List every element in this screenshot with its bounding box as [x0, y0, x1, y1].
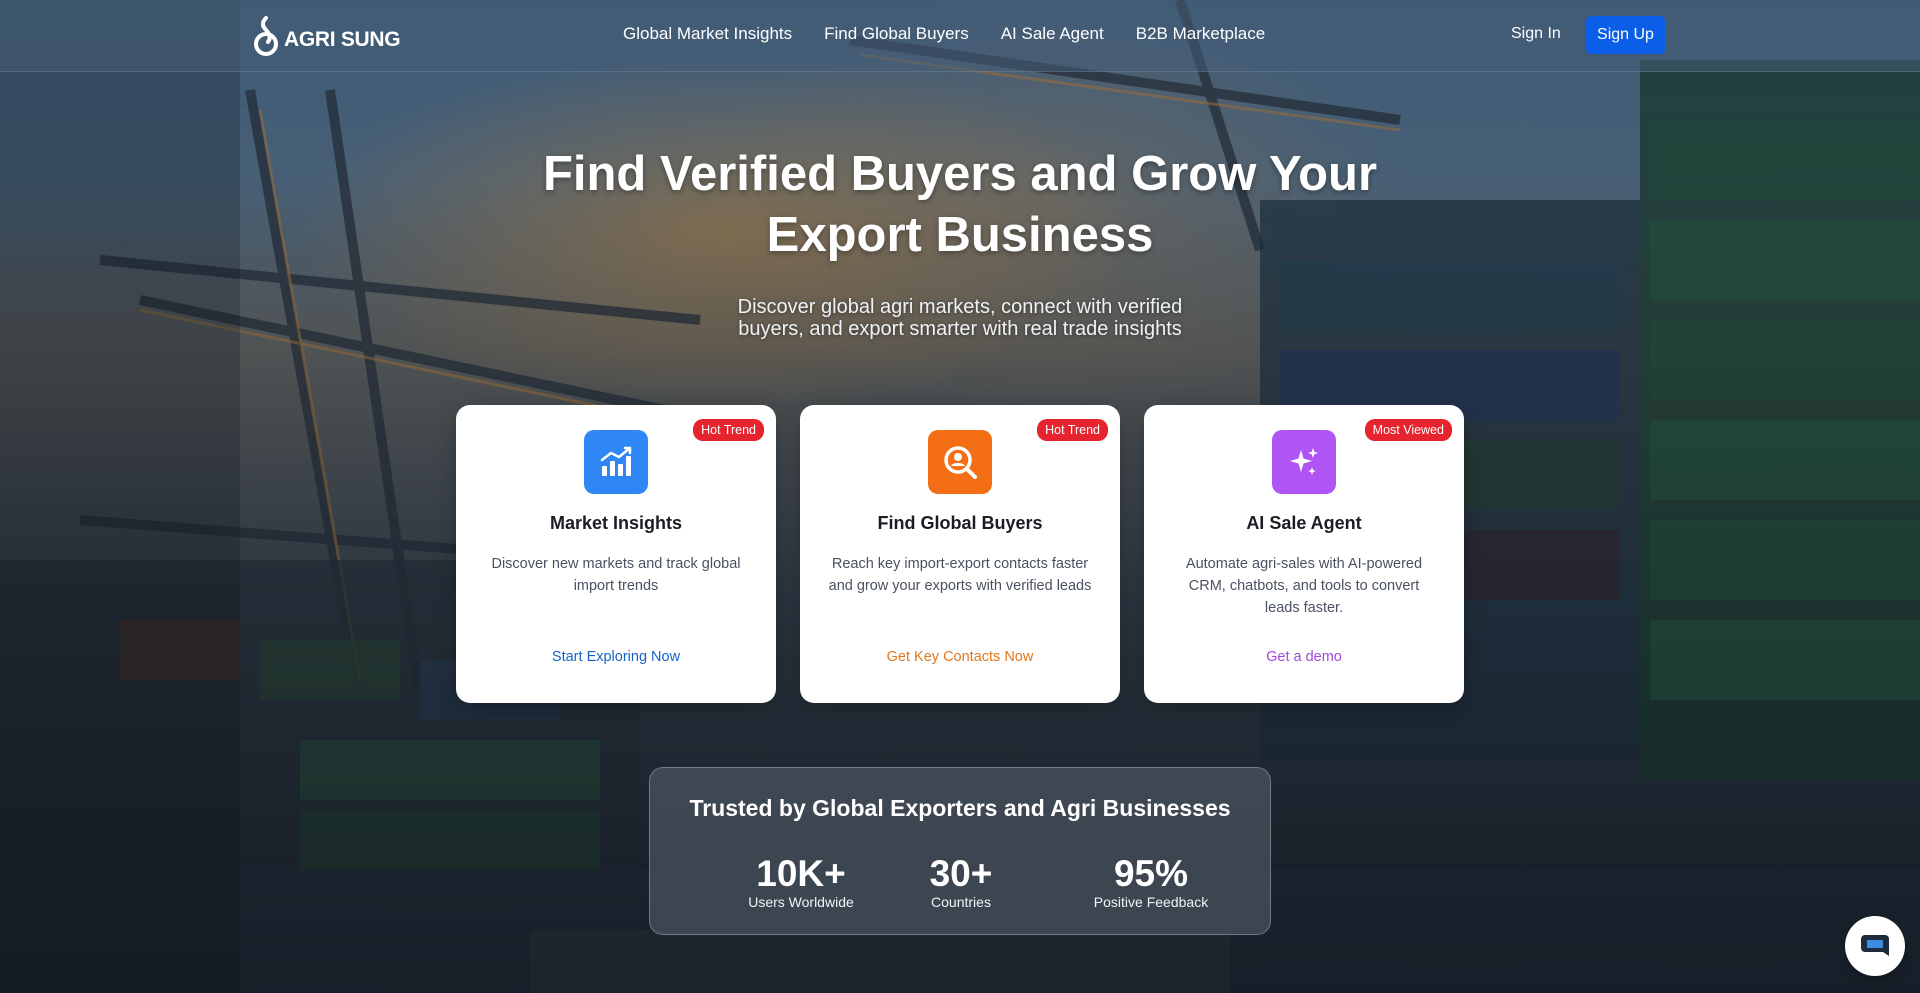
card-ai-sale-agent[interactable]: Most Viewed AI Sale Agent Automate agri-… [1144, 405, 1464, 703]
card-description: Automate agri-sales with AI-powered CRM,… [1185, 556, 1423, 616]
stat-users: 10K+ Users Worldwide [711, 853, 891, 911]
stat-countries: 30+ Countries [871, 853, 1051, 911]
chat-bubble-icon [1861, 935, 1889, 956]
card-title: AI Sale Agent [1246, 513, 1362, 533]
chat-widget-button[interactable] [1845, 916, 1905, 976]
stat-label: Users Worldwide [748, 894, 854, 910]
stat-value: 10K+ [756, 853, 846, 894]
card-title: Find Global Buyers [877, 513, 1043, 533]
nav-global-market-insights[interactable]: Global Market Insights [623, 24, 792, 44]
trust-stats-panel: Trusted by Global Exporters and Agri Bus… [649, 767, 1271, 935]
hero-title: Find Verified Buyers and Grow Your Expor… [460, 144, 1460, 266]
hero-subtitle: Discover global agri markets, connect wi… [660, 296, 1260, 340]
sparkles-icon [1272, 430, 1336, 494]
nav-find-global-buyers[interactable]: Find Global Buyers [824, 24, 969, 44]
hero-title-line-2: Export Business [766, 208, 1154, 262]
site-header: AGRI SUNG Global Market Insights Find Gl… [0, 0, 1920, 72]
start-exploring-link[interactable]: Start Exploring Now [456, 649, 776, 665]
card-market-insights[interactable]: Hot Trend Market Insights Discover new m… [456, 405, 776, 703]
get-key-contacts-link[interactable]: Get Key Contacts Now [800, 649, 1120, 665]
stat-value: 30+ [929, 853, 993, 894]
stat-value: 95% [1113, 853, 1189, 894]
card-badge: Hot Trend [1037, 419, 1108, 441]
brand-name: AGRI SUNG [284, 28, 401, 51]
trust-title: Trusted by Global Exporters and Agri Bus… [689, 795, 1231, 821]
hero-subtitle-line-2: buyers, and export smarter with real tra… [738, 318, 1182, 340]
nav-ai-sale-agent[interactable]: AI Sale Agent [1001, 24, 1104, 44]
chart-trend-icon [584, 430, 648, 494]
card-badge: Hot Trend [693, 419, 764, 441]
nav-b2b-marketplace[interactable]: B2B Marketplace [1136, 24, 1265, 44]
card-title: Market Insights [549, 513, 683, 533]
brand-logo[interactable]: AGRI SUNG [254, 16, 401, 56]
sign-in-link[interactable]: Sign In [1511, 25, 1561, 43]
card-badge: Most Viewed [1364, 419, 1452, 441]
card-description: Discover new markets and track global im… [491, 556, 741, 594]
card-find-global-buyers[interactable]: Hot Trend Find Global Buyers Reach key i… [800, 405, 1120, 703]
search-user-icon [928, 430, 992, 494]
get-a-demo-link[interactable]: Get a demo [1144, 649, 1464, 665]
card-description: Reach key import-export contacts faster … [828, 556, 1092, 594]
stat-feedback: 95% Positive Feedback [1061, 853, 1241, 911]
main-nav: Global Market Insights Find Global Buyer… [623, 24, 1265, 44]
stat-label: Countries [931, 894, 991, 910]
hero-title-line-1: Find Verified Buyers and Grow Your [542, 147, 1378, 201]
hero-subtitle-line-1: Discover global agri markets, connect wi… [737, 296, 1183, 318]
logo-icon [254, 16, 278, 56]
sign-up-button[interactable]: Sign Up [1586, 16, 1665, 54]
stat-label: Positive Feedback [1093, 894, 1209, 910]
